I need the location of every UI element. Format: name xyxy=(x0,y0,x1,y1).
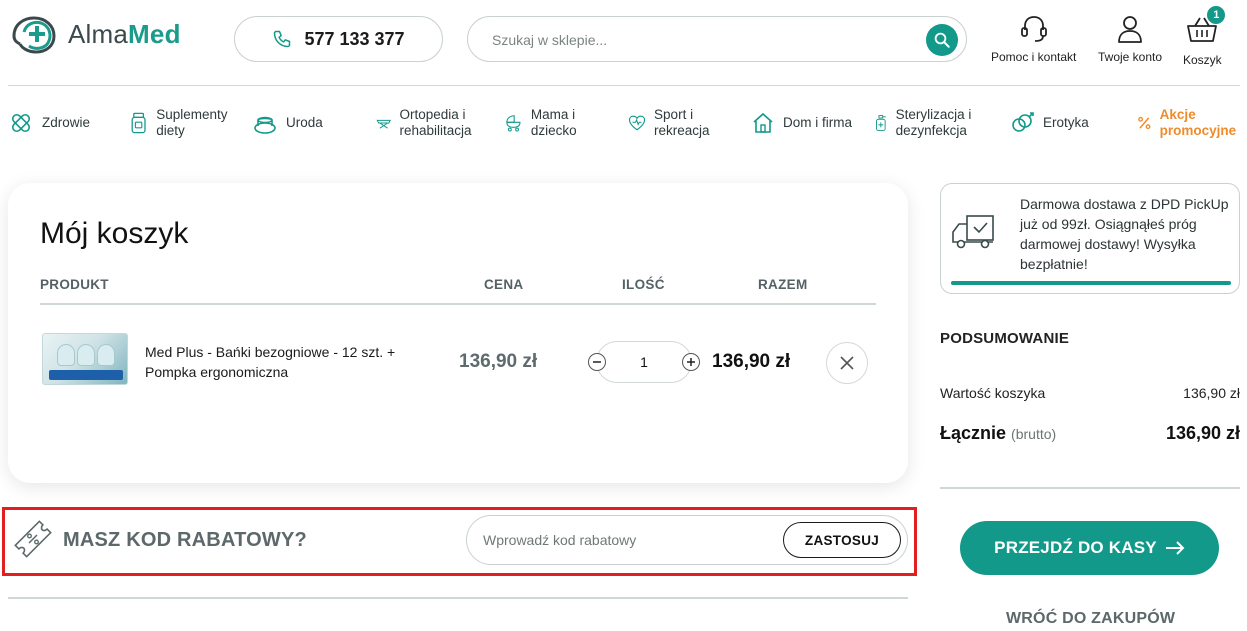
category-sterylizacja[interactable]: Sterylizacja i dezynfekcja xyxy=(874,100,989,146)
search-button[interactable] xyxy=(926,24,958,56)
percent-icon xyxy=(1138,116,1151,130)
apply-discount-button[interactable]: ZASTOSUJ xyxy=(783,522,901,558)
grand-total-label-text: Łącznie xyxy=(940,423,1007,443)
house-icon xyxy=(753,112,773,133)
grand-total-value: 136,90 zł xyxy=(1165,423,1240,443)
category-label: Dom i firma xyxy=(783,115,853,130)
account-link[interactable]: Twoje konto xyxy=(1098,14,1162,64)
phone-icon xyxy=(274,30,291,48)
logo-text: AlmaMed xyxy=(68,18,181,49)
bandage-icon xyxy=(11,113,31,133)
site-header: AlmaMed 577 133 377 Pomoc i kontakt xyxy=(0,0,1247,86)
category-sport[interactable]: Sport i rekreacja xyxy=(628,100,728,146)
product-line-total: 136,90 zł xyxy=(712,351,791,372)
close-icon xyxy=(840,356,854,370)
discount-code-label: MASZ KOD RABATOWY? xyxy=(63,529,307,551)
category-label: Erotyka xyxy=(1043,115,1089,130)
product-unit-price: 136,90 zł xyxy=(459,351,538,372)
cart-count-badge: 1 xyxy=(1207,6,1226,24)
category-uroda[interactable]: Uroda xyxy=(252,100,323,146)
rehab-bed-icon xyxy=(376,119,391,129)
column-header-product: PRODUKT xyxy=(40,277,109,292)
logo-cross-icon xyxy=(12,16,56,54)
category-label: Ortopedia i rehabilitacja xyxy=(399,107,472,138)
column-header-total: RAZEM xyxy=(758,277,808,292)
grand-total-label: Łącznie (brutto) xyxy=(940,423,1056,444)
category-suplementy[interactable]: Suplementy diety xyxy=(129,100,239,146)
category-ortopedia[interactable]: Ortopedia i rehabilitacja xyxy=(376,100,491,146)
logo[interactable]: AlmaMed xyxy=(8,14,181,54)
grand-total-note: (brutto) xyxy=(1011,426,1057,442)
category-label: Akcje promocyjne xyxy=(1159,107,1237,138)
cart-label: Koszyk xyxy=(1183,53,1222,67)
pill-bottle-icon xyxy=(131,112,146,134)
plus-icon xyxy=(686,358,695,366)
category-dom[interactable]: Dom i firma xyxy=(751,100,852,146)
category-mama[interactable]: Mama i dziecko xyxy=(504,100,599,146)
checkout-button[interactable]: PRZEJDŹ DO KASY xyxy=(960,521,1219,575)
page-title: Mój koszyk xyxy=(40,217,189,250)
minus-icon xyxy=(593,361,601,363)
account-label: Twoje konto xyxy=(1098,50,1163,64)
arrow-right-icon xyxy=(1165,541,1185,555)
gender-icon xyxy=(1012,112,1034,132)
checkout-label: PRZEJDŹ DO KASY xyxy=(994,538,1157,557)
category-zdrowie[interactable]: Zdrowie xyxy=(8,100,90,146)
remove-item-button[interactable] xyxy=(826,342,868,384)
category-erotyka[interactable]: Erotyka xyxy=(1009,100,1089,146)
cart-link[interactable]: 1 Koszyk xyxy=(1183,6,1226,67)
category-label: Suplementy diety xyxy=(156,107,228,138)
disinfectant-icon xyxy=(876,115,886,131)
discount-code-form: ZASTOSUJ xyxy=(466,515,908,565)
search-input[interactable] xyxy=(492,29,912,51)
search-bar xyxy=(467,16,967,62)
quantity-stepper: 1 xyxy=(588,341,700,383)
category-nav: Zdrowie Suplementy diety Uroda Ortopedia… xyxy=(0,100,1247,146)
quantity-value[interactable]: 1 xyxy=(640,354,648,370)
category-label: Sport i rekreacja xyxy=(654,107,710,138)
category-label: Mama i dziecko xyxy=(530,107,577,138)
stroller-icon xyxy=(506,115,521,132)
quantity-increase-button[interactable] xyxy=(681,353,700,371)
category-label: Sterylizacja i dezynfekcja xyxy=(895,107,972,138)
delivery-truck-icon xyxy=(952,215,994,249)
help-contact-label: Pomoc i kontakt xyxy=(991,50,1077,64)
free-shipping-progress xyxy=(951,281,1231,285)
user-icon xyxy=(1118,16,1142,43)
category-promocje[interactable]: Akcje promocyjne xyxy=(1137,100,1245,146)
table-header-divider xyxy=(40,303,876,305)
fitness-icon xyxy=(628,115,646,131)
discount-code-input[interactable] xyxy=(483,530,773,550)
search-icon xyxy=(934,32,950,48)
continue-shopping-link[interactable]: WRÓĆ DO ZAKUPÓW xyxy=(1006,610,1175,628)
cart-value: 136,90 zł xyxy=(1183,385,1240,401)
coupon-icon xyxy=(14,520,52,558)
column-header-qty: ILOŚĆ xyxy=(622,277,665,292)
cart-value-label: Wartość koszyka xyxy=(940,385,1046,401)
headset-icon xyxy=(1020,16,1047,42)
header-divider xyxy=(8,85,1240,86)
cart-card: Mój koszyk PRODUKT CENA ILOŚĆ RAZEM Med … xyxy=(8,183,908,483)
shipping-info-card: Darmowa dostawa z DPD PickUp już od 99zł… xyxy=(940,183,1240,294)
help-contact-link[interactable]: Pomoc i kontakt xyxy=(991,14,1076,64)
phone-number: 577 133 377 xyxy=(304,28,405,49)
product-name-link[interactable]: Med Plus - Bańki bezogniowe - 12 szt. + … xyxy=(145,342,435,382)
shipping-message: Darmowa dostawa z DPD PickUp już od 99zł… xyxy=(1020,196,1229,272)
category-label: Zdrowie xyxy=(42,115,91,130)
product-image[interactable] xyxy=(42,333,128,385)
cart-bottom-divider xyxy=(8,597,908,599)
summary-divider xyxy=(940,487,1240,489)
category-label: Uroda xyxy=(286,115,323,130)
cosmetics-icon xyxy=(254,116,276,134)
column-header-price: CENA xyxy=(484,277,524,292)
phone-button[interactable]: 577 133 377 xyxy=(234,16,443,62)
summary-title: PODSUMOWANIE xyxy=(940,330,1070,347)
quantity-decrease-button[interactable] xyxy=(588,353,606,371)
